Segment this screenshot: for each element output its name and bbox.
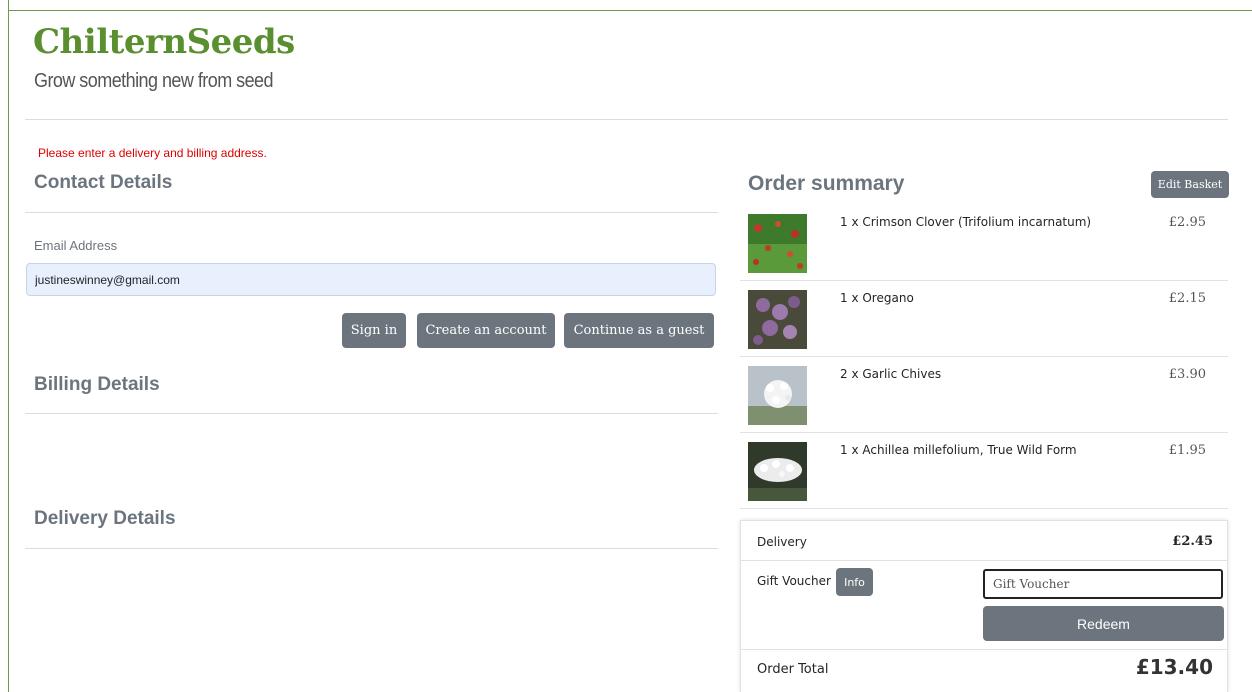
order-item: 1 x Oregano £2.15 [740, 281, 1228, 357]
item-name: 1 x Achillea millefolium, True Wild Form [840, 443, 1077, 457]
continue-as-guest-button[interactable]: Continue as a guest [564, 313, 714, 348]
billing-divider [25, 413, 718, 414]
totals-divider [741, 560, 1227, 561]
order-item: 2 x Garlic Chives £3.90 [740, 357, 1228, 433]
address-error-message: Please enter a delivery and billing addr… [38, 146, 267, 160]
sign-in-button[interactable]: Sign in [342, 313, 406, 348]
item-price: £3.90 [1168, 367, 1206, 382]
order-total-value: £13.40 [1135, 655, 1213, 679]
gift-voucher-info-button[interactable]: Info [836, 568, 873, 596]
email-field[interactable] [26, 263, 716, 296]
garlic-chives-thumbnail [748, 366, 807, 425]
site-logo[interactable]: ChilternSeeds [33, 22, 295, 62]
delivery-value: £2.45 [1172, 534, 1213, 549]
billing-details-heading: Billing Details [34, 374, 160, 395]
achillea-thumbnail [748, 442, 807, 501]
order-item: 1 x Crimson Clover (Trifolium incarnatum… [740, 205, 1228, 281]
delivery-label: Delivery [757, 535, 807, 549]
order-item: 1 x Achillea millefolium, True Wild Form… [740, 433, 1228, 509]
item-name: 2 x Garlic Chives [840, 367, 942, 381]
oregano-thumbnail [748, 290, 807, 349]
order-summary-heading: Order summary [748, 172, 905, 195]
delivery-divider [25, 548, 718, 549]
order-total-label: Order Total [757, 662, 829, 677]
item-name: 1 x Oregano [840, 291, 914, 305]
page-border-top [8, 10, 1252, 11]
gift-voucher-input[interactable] [983, 569, 1223, 599]
item-price: £2.15 [1168, 291, 1206, 306]
header-divider [25, 119, 1228, 120]
redeem-button[interactable]: Redeem [983, 606, 1224, 641]
site-tagline: Grow something new from seed [34, 70, 274, 92]
page-border-left [8, 0, 9, 692]
item-price: £1.95 [1168, 443, 1206, 458]
create-account-button[interactable]: Create an account [417, 313, 555, 348]
email-label: Email Address [34, 238, 118, 253]
item-name: 1 x Crimson Clover (Trifolium incarnatum… [840, 215, 1092, 229]
delivery-details-heading: Delivery Details [34, 508, 176, 529]
contact-divider [25, 212, 718, 213]
item-price: £2.95 [1168, 215, 1206, 230]
edit-basket-button[interactable]: Edit Basket [1151, 171, 1229, 198]
gift-voucher-label: Gift Voucher [757, 574, 831, 588]
contact-details-heading: Contact Details [34, 172, 173, 193]
totals-divider [741, 649, 1227, 650]
crimson-clover-thumbnail [748, 214, 807, 273]
order-totals-panel: Delivery £2.45 Gift Voucher Info Redeem … [740, 520, 1228, 692]
